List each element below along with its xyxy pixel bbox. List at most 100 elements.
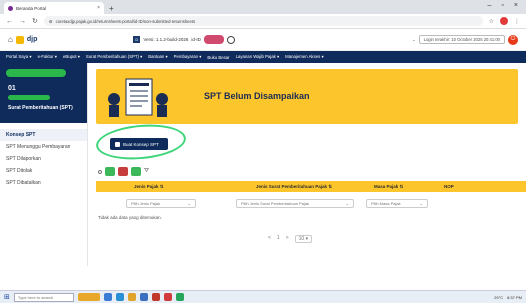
filter-jenis-surat-text: Pilih Jenis Surat Pemberitahuan Pajak — [241, 200, 310, 206]
app-icon[interactable] — [151, 293, 160, 301]
language-select[interactable]: id-ID — [191, 37, 201, 42]
filter-masa-pajak[interactable]: Pilih Masa Pajak ⌄ — [366, 198, 428, 208]
close-tab-icon[interactable]: × — [97, 5, 100, 11]
nav-buku-besar[interactable]: Buku Besar — [207, 55, 229, 60]
document-icon — [115, 141, 120, 147]
home-icon[interactable]: ⌂ — [8, 35, 13, 44]
profile-number: 01 — [8, 85, 16, 92]
refresh-icon[interactable] — [98, 169, 102, 174]
prev-page-button[interactable]: < — [268, 235, 271, 243]
col-jenis-surat[interactable]: Jenis Surat Pemberitahuan Pajak ⇅ — [256, 184, 332, 190]
sidebar-item-dibatalkan[interactable]: SPT Dibatalkan — [0, 177, 87, 189]
weather-widget-icon[interactable] — [77, 293, 100, 301]
profile-card: 01 Surat Pemberitahuan (SPT) — [0, 63, 87, 123]
page-title: SPT Belum Disampaikan — [204, 91, 310, 101]
edge-icon[interactable] — [115, 293, 124, 301]
nav-bantuan[interactable]: Bantuan ▾ — [148, 54, 167, 60]
redacted-badge — [203, 35, 224, 44]
export-pdf-button[interactable] — [118, 167, 128, 176]
nav-efaktur[interactable]: e-Faktur ▾ — [38, 54, 57, 60]
nav-spt[interactable]: Surat Pemberitahuan (SPT) ▾ — [86, 54, 142, 60]
new-tab-button[interactable]: + — [104, 4, 119, 14]
next-page-button[interactable]: > — [286, 235, 289, 243]
chevron-down-icon: ⌄ — [345, 200, 349, 206]
app2-icon[interactable] — [175, 293, 184, 301]
export-excel-button[interactable] — [105, 167, 115, 176]
reload-icon[interactable]: ↻ — [32, 17, 38, 25]
page-size-select[interactable]: 10 ▾ — [294, 235, 313, 243]
taskbar-search[interactable]: Type here to search — [13, 292, 74, 302]
browser-tab-strip: Beranda Portal × + – ▫ × — [0, 0, 526, 14]
chevron-down-icon[interactable]: ⌄ — [412, 37, 416, 42]
chrome-icon[interactable] — [163, 293, 172, 301]
user-icon[interactable] — [226, 35, 235, 44]
clock[interactable]: 8:37 PM — [507, 295, 522, 300]
filter-jenis-surat[interactable]: Pilih Jenis Surat Pemberitahuan Pajak ⌄ — [236, 198, 354, 208]
filter-jenis-pajak-text: Pilih Jenis Pajak — [131, 200, 161, 206]
last-login-text: Login terakhir: 10 October 2025 20:41:00 — [418, 35, 505, 44]
nav-layanan-wp[interactable]: Layanan Wajib Pajak ▾ — [236, 54, 280, 60]
chevron-down-icon: ⌄ — [419, 200, 423, 206]
col-jenis-pajak[interactable]: Jenis Pajak ⇅ — [134, 184, 164, 190]
profile-label: Surat Pemberitahuan (SPT) — [8, 105, 73, 111]
content: SPT Belum Disampaikan Buat Konsep SPT ⛛ … — [88, 63, 526, 266]
nav-ebupot[interactable]: eBupot ▾ — [63, 54, 80, 60]
sidebar-item-ditolak[interactable]: SPT Ditolak — [0, 165, 87, 177]
url-text: coretaxdjp.pajak.go.id/returnsheets-port… — [55, 18, 196, 24]
store-icon[interactable] — [139, 293, 148, 301]
sidebar-item-dilaporkan[interactable]: SPT Dilaporkan — [0, 153, 87, 165]
nav-pembayaran[interactable]: Pembayaran ▾ — [174, 54, 202, 60]
browser-tab[interactable]: Beranda Portal × — [4, 2, 104, 14]
power-icon[interactable]: ⏻ — [508, 34, 518, 45]
forward-icon[interactable]: → — [19, 18, 26, 25]
lock-icon: D — [133, 36, 141, 43]
maximize-button[interactable]: ▫ — [501, 2, 503, 9]
back-icon[interactable]: ← — [6, 18, 13, 25]
url-field[interactable]: ⚙ coretaxdjp.pajak.go.id/returnsheets-po… — [43, 16, 483, 26]
task-view-icon[interactable] — [103, 293, 112, 301]
chevron-down-icon: ⌄ — [187, 200, 191, 206]
sidebar-item-konsep-spt[interactable]: Konsep SPT — [0, 129, 87, 141]
file-explorer-icon[interactable] — [127, 293, 136, 301]
pagination: < 1 > 10 ▾ — [268, 235, 313, 243]
version-label: Versi: 1.1.2-build-2026 — [143, 37, 189, 42]
table-header: Jenis Pajak ⇅ Jenis Surat Pemberitahuan … — [96, 181, 526, 192]
sidebar-menu: Konsep SPT SPT Menunggu Pembayaran SPT D… — [0, 123, 87, 189]
version-area: D Versi: 1.1.2-build-2026 id-ID — [133, 35, 235, 44]
profile-avatar[interactable] — [500, 17, 508, 25]
bookmark-star-icon[interactable]: ☆ — [489, 18, 494, 25]
window-controls: – ▫ × — [480, 2, 526, 12]
close-window-button[interactable]: × — [514, 2, 518, 9]
main-area: 01 Surat Pemberitahuan (SPT) Konsep SPT … — [0, 63, 526, 266]
redacted-id — [8, 95, 50, 100]
filter-icon[interactable]: ⛛ — [144, 168, 149, 175]
create-spt-button[interactable]: Buat Konsep SPT — [110, 138, 168, 150]
login-info: ⌄ Login terakhir: 10 October 2025 20:41:… — [412, 34, 518, 45]
page-banner: SPT Belum Disampaikan — [96, 69, 518, 124]
create-spt-label: Buat Konsep SPT — [123, 141, 159, 147]
minimize-button[interactable]: – — [488, 2, 492, 9]
filter-jenis-pajak[interactable]: Pilih Jenis Pajak ⌄ — [126, 198, 196, 208]
filter-row: Pilih Jenis Pajak ⌄ Pilih Jenis Surat Pem… — [96, 197, 526, 209]
export-csv-button[interactable] — [131, 167, 141, 176]
system-tray: 29°C 8:37 PM — [494, 295, 522, 300]
sidebar-item-menunggu-pembayaran[interactable]: SPT Menunggu Pembayaran — [0, 141, 87, 153]
windows-start-icon[interactable]: ⊞ — [4, 293, 10, 301]
taskbar-search-placeholder: Type here to search — [17, 294, 54, 300]
filter-masa-pajak-text: Pilih Masa Pajak — [371, 200, 401, 206]
logo[interactable]: ⌂ djp — [8, 35, 37, 44]
spt-illustration-icon — [108, 78, 168, 117]
current-page[interactable]: 1 — [277, 235, 280, 243]
nav-manajemen-akses[interactable]: Manajemen Akses ▾ — [285, 54, 323, 60]
site-info-icon[interactable]: ⚙ — [49, 19, 53, 24]
favicon-icon — [8, 5, 13, 11]
nav-portal-saya[interactable]: Portal Saya ▾ — [6, 54, 32, 60]
address-bar-row: ← → ↻ ⚙ coretaxdjp.pajak.go.id/returnshe… — [0, 14, 526, 29]
browser-menu-icon[interactable]: ⋮ — [514, 18, 520, 25]
empty-state-text: Tidak ada data yang ditemukan. — [98, 215, 162, 220]
djp-logo-icon — [15, 35, 24, 44]
col-masa-pajak[interactable]: Masa Pajak ⇅ — [374, 184, 403, 190]
col-nop[interactable]: NOP — [444, 184, 454, 189]
logo-text: djp — [26, 36, 38, 43]
weather-temp: 29°C — [494, 294, 504, 300]
